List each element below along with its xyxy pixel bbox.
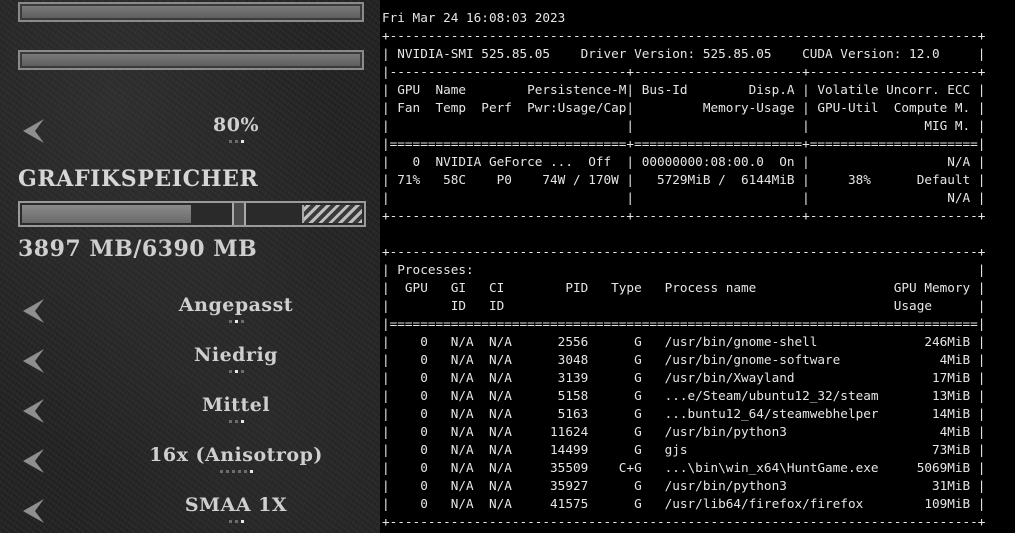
- option-dot: [219, 470, 223, 473]
- slider-fill: [22, 54, 360, 66]
- memory-value: 3897 MB/6390 MB: [18, 236, 258, 262]
- setting-value: SMAA 1X: [184, 494, 288, 516]
- option-dot: [225, 470, 229, 473]
- memory-used-fill: [22, 205, 191, 223]
- setting-value: Mittel: [201, 394, 271, 416]
- option-dot: [234, 520, 238, 523]
- setting-row: 16x (Anisotrop): [0, 440, 380, 484]
- option-indicator-dots: [0, 520, 380, 524]
- option-dot: [243, 470, 247, 473]
- option-indicator-dots: [0, 370, 380, 374]
- option-indicator-dots: [0, 320, 380, 324]
- option-dot: [231, 470, 235, 473]
- option-dot: [228, 370, 232, 373]
- setting-value: Niedrig: [194, 344, 278, 366]
- setting-value: 16x (Anisotrop): [149, 444, 323, 466]
- setting-row: Niedrig: [0, 340, 380, 384]
- option-indicator-dots: [0, 140, 380, 144]
- option-dot: [240, 140, 244, 143]
- setting-row-percent: 80%: [0, 110, 380, 154]
- setting-row: Mittel: [0, 390, 380, 434]
- option-dot: [234, 320, 238, 323]
- option-dot: [234, 420, 238, 423]
- option-indicator-dots: [0, 470, 380, 474]
- option-dot: [249, 470, 253, 473]
- setting-value: 80%: [213, 114, 259, 136]
- setting-value: Angepasst: [178, 294, 294, 316]
- setting-row: Angepasst: [0, 290, 380, 334]
- option-dot: [234, 370, 238, 373]
- slider-fill: [22, 6, 360, 18]
- setting-slider-top[interactable]: [18, 2, 364, 22]
- option-dot: [234, 140, 238, 143]
- option-dot: [228, 420, 232, 423]
- option-dot: [228, 140, 232, 143]
- memory-title: GRAFIKSPEICHER: [18, 166, 259, 192]
- memory-usage-bar: [18, 201, 366, 227]
- terminal-window: Fri Mar 24 16:08:03 2023 +--------------…: [380, 0, 1015, 533]
- option-dot: [237, 470, 241, 473]
- option-dot: [228, 320, 232, 323]
- option-dot: [228, 520, 232, 523]
- option-dot: [240, 320, 244, 323]
- setting-row: SMAA 1X: [0, 490, 380, 533]
- setting-slider-second[interactable]: [18, 50, 364, 70]
- memory-reserved-hatch: [302, 205, 362, 223]
- memory-marker: [232, 203, 246, 225]
- option-indicator-dots: [0, 420, 380, 424]
- option-dot: [240, 420, 244, 423]
- game-settings-panel: 80% GRAFIKSPEICHER 3897 MB/6390 MB Angep…: [0, 0, 380, 533]
- option-dot: [240, 520, 244, 523]
- nvidia-smi-output: Fri Mar 24 16:08:03 2023 +--------------…: [382, 10, 986, 529]
- option-dot: [240, 370, 244, 373]
